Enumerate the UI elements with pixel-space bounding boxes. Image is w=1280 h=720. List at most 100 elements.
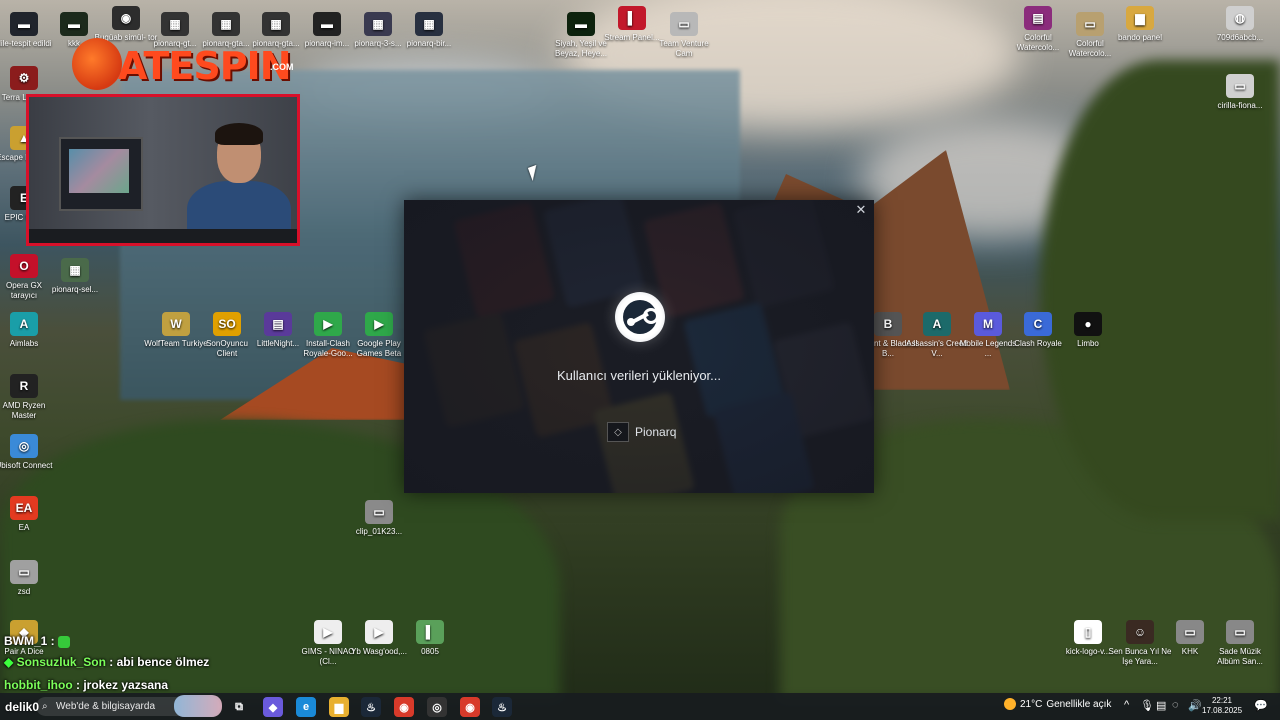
desktop-app-icon: ▤ [264,312,292,336]
steam-2-icon[interactable]: ♨ [492,697,512,717]
desktop-app-icon: ▭ [365,500,393,524]
app-tray-icon[interactable]: ◌ [1172,699,1179,711]
desktop-app-icon: ▦ [61,258,89,282]
search-icon: ⌕ [42,701,48,712]
desktop-icon[interactable]: ◍ 709d6abcb... [1208,6,1272,53]
chat-user: hobbit_ihoo [4,678,73,692]
clock[interactable]: 22:21 17.08.2025 [1202,696,1242,716]
steam-icon[interactable]: ♨ [361,697,381,717]
desktop-app-icon: ▬ [567,12,595,36]
weather-sun-icon [1004,698,1016,710]
chevron-up-icon[interactable]: ^ [1124,699,1129,711]
desktop-icon[interactable]: EA EA [0,496,56,543]
desktop-app-icon: A [923,312,951,336]
file-explorer-icon[interactable]: ▆ [329,697,349,717]
desktop-icon-label: pionarq-sel... [51,285,99,294]
desktop-app-icon: C [1024,312,1052,336]
desktop-app-icon: W [162,312,190,336]
desktop-icon-label: zsd [17,587,31,596]
desktop-icon[interactable]: ▭ zsd [0,560,56,607]
clock-date: 17.08.2025 [1202,706,1243,715]
atespin-logo: ATESPIN .COM [72,38,302,92]
desktop-app-icon: ◍ [1226,6,1254,30]
desktop-icon-label: cirilla-fiona... [1217,101,1263,110]
desktop-icon-label: AMD Ryzen Master [2,401,46,420]
weather-text: Genellikle açık [1046,698,1112,710]
desktop-icon[interactable]: ● Limbo [1056,312,1120,359]
desktop-app-icon: R [10,374,38,398]
close-button[interactable]: ✕ [854,203,868,217]
search-placeholder: Web'de & bilgisayarda [56,701,156,712]
user-avatar: ◇ [607,422,629,442]
desktop-app-icon: ▬ [313,12,341,36]
desktop-icon[interactable]: ▦ pionarq-bir... [397,12,461,59]
desktop-icon[interactable]: R AMD Ryzen Master [0,374,56,421]
chat-line: ◆ Sonsuzluk_Son : abi bence ölmez [4,655,210,669]
desktop-app-icon: ▯ [1074,620,1102,644]
weather-temp: 21°C [1020,698,1043,710]
desktop-icon[interactable]: ▭ Team Venture Cam [652,12,716,59]
desktop-app-icon: ⚙ [10,66,38,90]
webcam-overlay [26,94,300,246]
desktop-icon[interactable]: ▶ Google Play Games Beta [347,312,411,359]
desktop-app-icon: ▭ [1226,620,1254,644]
desktop-app-icon: ▭ [1176,620,1204,644]
desktop-icon[interactable]: A Aimlabs [0,312,56,359]
desktop-icon[interactable]: ◎ Ubisoft Connect [0,434,56,481]
desktop-icon[interactable]: ▭ Sade Müzik Albüm San... [1208,620,1272,667]
desktop-app-icon: ▭ [10,560,38,584]
microphone-icon[interactable]: 🎙 [1140,699,1154,712]
taskbar: delik0 ⌕ Web'de & bilgisayarda ⧉ ◆ e ▆ ♨ ◉ ◎ ◉ ♨… [0,693,1280,720]
desktop-app-icon: ▬ [10,12,38,36]
desktop-icon[interactable]: ▆ bando panel [1108,6,1172,53]
streamer [179,123,291,243]
desktop-app-icon: ▬ [60,12,88,36]
desktop-app-icon: ◉ [112,6,140,30]
desktop-app-icon: M [974,312,1002,336]
steam-logo-icon [615,292,665,342]
desktop-icon[interactable]: ▭ clip_01K23... [347,500,411,547]
desktop-icon-label: clip_01K23... [355,527,403,536]
desktop-icon-label: pionarq-bir... [406,39,452,48]
username: Pionarq [635,425,677,439]
chat-user: BWM_1 [4,634,48,648]
logo-wordmark: ATESPIN [118,44,291,88]
desktop-icon-label: Limbo [1077,339,1099,348]
desktop-app-icon: ▦ [161,12,189,36]
steam-loading-dialog: ✕ Kullanıcı verileri yükleniyor... ◇ Pio… [404,200,874,493]
chat-line: BWM_1 : [4,630,209,653]
task-view-icon[interactable]: ⧉ [229,697,249,717]
chrome-2-icon[interactable]: ◉ [460,697,480,717]
network-icon[interactable]: ▤ [1156,699,1166,712]
desktop-app-icon: ▭ [1226,74,1254,98]
desktop-app-icon: ▭ [1076,12,1104,36]
desktop-icon-label: Aimlabs [9,339,39,348]
obs-icon[interactable]: ◎ [427,697,447,717]
desktop-app-icon: ● [1074,312,1102,336]
desktop-app-icon: SO [213,312,241,336]
desktop-icon[interactable]: ▌ 0805 [398,620,462,667]
desktop-app-icon: ▶ [314,312,342,336]
desktop-app-icon: ▌ [416,620,444,644]
edge-icon[interactable]: e [296,697,316,717]
desktop-icon[interactable]: ▦ pionarq-sel... [43,258,107,305]
logo-tld: .COM [270,62,294,72]
desktop-app-icon: ▦ [212,12,240,36]
desktop-app-icon: A [10,312,38,336]
weather-widget[interactable]: 21°C Genellikle açık [1004,698,1111,710]
fire-mascot-icon [72,38,122,90]
desktop-app-icon: ▤ [1024,6,1052,30]
desktop-app-icon: ▶ [314,620,342,644]
desktop-app-icon: ◎ [10,434,38,458]
volume-icon[interactable]: 🔊 [1188,699,1202,712]
desktop-icon-label: Team Venture Cam [659,39,709,58]
desktop-app-icon: O [10,254,38,278]
clock-time: 22:21 [1211,696,1233,705]
desktop-icon[interactable]: ▭ cirilla-fiona... [1208,74,1272,121]
copilot-icon[interactable]: ◆ [263,697,283,717]
desktop-app-icon: ▶ [365,312,393,336]
chrome-icon[interactable]: ◉ [394,697,414,717]
search-highlight-image [174,695,222,717]
notification-icon[interactable]: 💬 [1254,699,1268,712]
chat-message: abi bence ölmez [116,655,210,669]
